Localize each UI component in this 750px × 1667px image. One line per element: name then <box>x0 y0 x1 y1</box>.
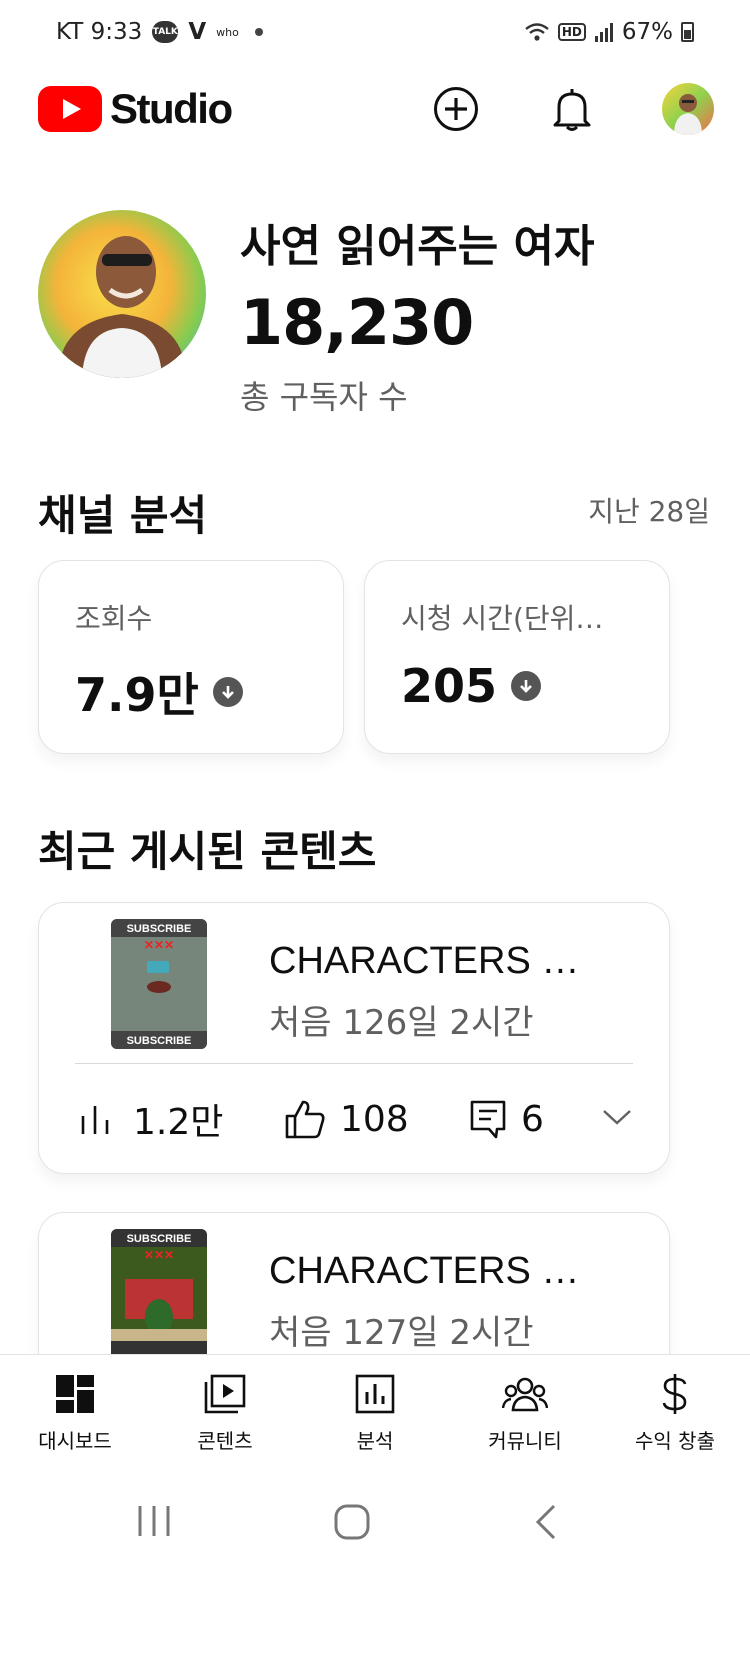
likes-metric[interactable]: 108 <box>284 1099 469 1140</box>
notifications-button[interactable] <box>546 83 598 135</box>
recent-apps-button[interactable] <box>136 1504 172 1542</box>
analytics-period: 지난 28일 <box>588 495 710 528</box>
whowho-notification-icon: who <box>216 25 239 39</box>
app-bar: Studio <box>0 70 750 148</box>
trend-down-icon <box>511 671 542 701</box>
video-title[interactable]: CHARACTERS 🤯 … <box>269 939 619 983</box>
trend-down-icon <box>212 677 243 707</box>
video-metrics: 1.2만 108 6 <box>79 1087 633 1151</box>
status-right: HD 67% <box>524 19 694 45</box>
dashboard-icon <box>55 1373 95 1415</box>
bottom-navigation: 대시보드 콘텐츠 분석 커뮤니티 수익 창출 <box>0 1354 750 1458</box>
comments-metric[interactable]: 6 <box>469 1099 589 1140</box>
nav-community-label: 커뮤니티 <box>488 1429 562 1453</box>
analytics-icon <box>355 1373 395 1415</box>
card-divider <box>75 1063 633 1064</box>
nav-analytics[interactable]: 분석 <box>300 1355 450 1458</box>
system-navigation-bar <box>0 1458 750 1667</box>
signal-icon <box>594 23 613 42</box>
nav-dashboard-label: 대시보드 <box>38 1429 112 1453</box>
recent-apps-icon <box>138 1506 170 1536</box>
watch-time-value: 205 <box>401 659 498 713</box>
status-time: KT 9:33 <box>56 19 143 45</box>
nav-monetization-label: 수익 창출 <box>635 1429 715 1453</box>
hd-voice-icon: HD <box>557 23 586 41</box>
content-card[interactable]: SUBSCRIBE ✕✕✕ SUBSCRIBE CHARACTERS 🤯 … 처… <box>38 902 670 1174</box>
more-notifications-dot-icon <box>254 28 263 36</box>
back-icon <box>535 1504 556 1540</box>
nav-dashboard[interactable]: 대시보드 <box>0 1355 150 1458</box>
watch-time-value-row: 205 <box>401 659 633 713</box>
kakaotalk-notification-icon: TALK <box>152 21 179 43</box>
views-count: 1.2만 <box>133 1102 224 1143</box>
svg-text:✕✕✕: ✕✕✕ <box>144 938 174 952</box>
analytics-section-title: 채널 분석 <box>38 491 208 540</box>
views-metric[interactable]: 1.2만 <box>79 1093 284 1145</box>
chevron-down-icon <box>603 1110 631 1125</box>
svg-text:✕✕✕: ✕✕✕ <box>144 1248 174 1262</box>
video-age: 처음 126일 2시간 <box>269 1003 534 1043</box>
content-card-top: SUBSCRIBE ✕✕✕ SUBSCRIBE CHARACTERS 🤯 … 처… <box>39 903 669 1063</box>
logo-text: Studio <box>110 85 233 132</box>
battery-icon <box>681 22 694 42</box>
video-title[interactable]: CHARACTERS 🤯 … <box>269 1249 619 1293</box>
notifications-bell-icon <box>553 89 591 131</box>
expand-button[interactable] <box>601 1107 633 1131</box>
recent-content-title: 최근 게시된 콘텐츠 <box>38 827 377 876</box>
battery-level: 67% <box>621 19 673 45</box>
likes-count: 108 <box>340 1098 409 1140</box>
nav-analytics-label: 분석 <box>356 1429 394 1453</box>
community-icon <box>502 1373 548 1415</box>
home-icon <box>334 1504 370 1540</box>
thumbs-up-icon <box>285 1100 325 1139</box>
views-bars-icon <box>81 1106 109 1134</box>
home-button[interactable] <box>334 1504 370 1544</box>
subscriber-label: 총 구독자 수 <box>240 378 408 416</box>
thumbnail-top-text: SUBSCRIBE <box>127 1233 192 1245</box>
wifi-icon <box>525 23 549 41</box>
nav-content[interactable]: 콘텐츠 <box>150 1355 300 1458</box>
views-label: 조회수 <box>75 602 153 635</box>
create-plus-icon <box>434 87 478 131</box>
video-age: 처음 127일 2시간 <box>269 1313 534 1353</box>
content-icon <box>204 1373 246 1415</box>
status-bar: KT 9:33 TALK V who HD 67% <box>0 0 750 64</box>
thumbnail-top-text: SUBSCRIBE <box>127 923 192 935</box>
views-value: 7.9만 <box>75 668 199 722</box>
watch-time-card[interactable]: 시청 시간(단위… 205 <box>364 560 670 754</box>
create-button[interactable] <box>430 83 482 135</box>
back-button[interactable] <box>534 1504 558 1544</box>
youtube-play-icon <box>38 86 102 132</box>
app-bar-actions <box>430 83 714 135</box>
channel-header: 사연 읽어주는 여자 18,230 총 구독자 수 <box>38 200 712 430</box>
channel-avatar[interactable] <box>38 210 206 378</box>
dollar-icon <box>660 1373 690 1415</box>
subscriber-count: 18,230 <box>240 286 474 359</box>
content-card-top: SUBSCRIBE ✕✕✕ CHARACTERS 🤯 … 처음 127일 2시간 <box>39 1213 669 1373</box>
channel-name: 사연 읽어주는 여자 <box>240 221 595 272</box>
nav-community[interactable]: 커뮤니티 <box>450 1355 600 1458</box>
nav-content-label: 콘텐츠 <box>197 1429 253 1453</box>
vonage-notification-icon: V <box>188 19 207 45</box>
account-avatar[interactable] <box>662 83 714 135</box>
comment-icon <box>470 1100 506 1139</box>
thumbnail-bottom-text: SUBSCRIBE <box>127 1035 192 1047</box>
watch-time-label: 시청 시간(단위… <box>401 602 604 635</box>
status-left: KT 9:33 TALK V who <box>56 19 263 45</box>
views-card[interactable]: 조회수 7.9만 <box>38 560 344 754</box>
views-value-row: 7.9만 <box>75 659 307 725</box>
video-thumbnail[interactable]: SUBSCRIBE ✕✕✕ <box>111 1229 207 1359</box>
channel-avatar-image <box>38 210 206 378</box>
account-avatar-image <box>662 83 714 135</box>
youtube-studio-logo[interactable]: Studio <box>38 85 233 133</box>
comments-count: 6 <box>521 1098 544 1140</box>
video-thumbnail[interactable]: SUBSCRIBE ✕✕✕ SUBSCRIBE <box>111 919 207 1049</box>
nav-monetization[interactable]: 수익 창출 <box>600 1355 750 1458</box>
